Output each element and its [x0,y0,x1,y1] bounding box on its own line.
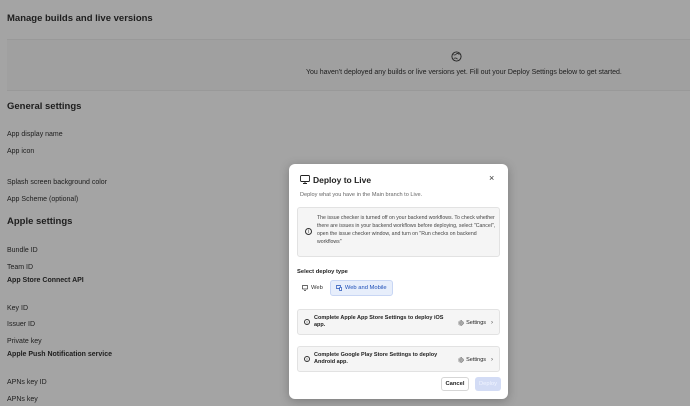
deploy-type-web[interactable]: Web [297,280,328,296]
gear-icon [458,356,464,363]
ios-card-text: Complete Apple App Store Settings to dep… [314,315,444,328]
ios-settings-label: Settings [466,319,486,326]
field-label: App Scheme (optional) [7,196,79,203]
info-icon: i [305,228,312,235]
field-label: App display name [7,131,63,138]
info-icon: ! [304,319,310,325]
field-label: App icon [7,148,35,155]
chevron-right-icon: › [491,319,493,326]
issue-checker-notice: i The issue checker is turned off on you… [297,207,500,257]
cancel-button[interactable]: Cancel [441,377,469,391]
deploy-modal: Deploy to Live × Deploy what you have in… [289,164,508,399]
monitor-icon [300,175,310,184]
app-store-connect-heading: App Store Connect API [7,277,84,284]
field-label: Key ID [7,305,29,312]
field-label: Bundle ID [7,247,38,254]
android-settings-card: ! Complete Google Play Store Settings to… [297,346,500,372]
monitor-icon [302,285,308,291]
gear-icon [458,319,464,326]
ios-settings-button[interactable]: Settings › [458,317,493,328]
modal-subtitle: Deploy what you have in the Main branch … [300,192,423,198]
builds-empty-text: You haven't deployed any builds or live … [306,69,622,76]
builds-heading: Manage builds and live versions [7,13,153,24]
close-icon[interactable]: × [489,173,494,183]
field-label: Issuer ID [7,321,36,328]
ios-settings-card: ! Complete Apple App Store Settings to d… [297,309,500,335]
field-label: Private key [7,338,42,345]
deploy-type-web-label: Web [311,285,323,291]
deploy-type-web-and-mobile[interactable]: Web and Mobile [329,280,393,296]
general-settings-heading: General settings [7,101,82,112]
apns-heading: Apple Push Notification service [7,351,113,358]
field-label: Splash screen background color [7,179,108,186]
deploy-type-selector: Web Web and Mobile [297,280,393,296]
notice-text: The issue checker is turned off on your … [317,215,496,245]
android-card-text: Complete Google Play Store Settings to d… [314,352,438,365]
deploy-type-web-and-mobile-label: Web and Mobile [344,285,387,291]
deploy-button[interactable]: Deploy [475,377,501,391]
android-settings-button[interactable]: Settings › [458,354,493,365]
field-label: APNs key [7,396,38,403]
info-icon: ! [304,356,310,362]
modal-title: Deploy to Live [313,175,372,185]
builds-empty-panel [7,39,690,91]
devices-icon [335,285,342,291]
field-label: APNs key ID [7,379,47,386]
apple-settings-heading: Apple settings [7,216,73,227]
field-label: Team ID [7,264,34,271]
globe-icon [451,51,462,62]
chevron-right-icon: › [491,356,493,363]
deploy-type-label: Select deploy type [297,269,348,275]
android-settings-label: Settings [466,356,486,363]
